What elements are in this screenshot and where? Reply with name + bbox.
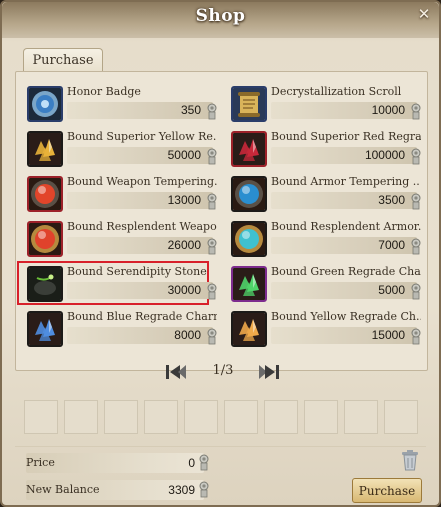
cart-slot[interactable] bbox=[104, 400, 138, 434]
yellow-crystal-icon bbox=[27, 131, 63, 167]
list-item[interactable]: Bound Blue Regrade Charm 8000 bbox=[27, 310, 221, 352]
balance-row: New Balance 3309 bbox=[26, 480, 210, 500]
item-price: 350 bbox=[180, 103, 201, 117]
scroll-icon bbox=[231, 86, 267, 122]
item-price: 100000 bbox=[364, 148, 405, 162]
purchase-button[interactable]: Purchase bbox=[352, 478, 422, 503]
item-price: 13000 bbox=[167, 193, 201, 207]
first-page-button[interactable] bbox=[162, 360, 188, 384]
item-name: Bound Blue Regrade Charm bbox=[67, 310, 217, 323]
cart-slot[interactable] bbox=[64, 400, 98, 434]
list-item[interactable]: Bound Resplendent Weapo.. 26000 bbox=[27, 220, 221, 262]
item-name: Bound Weapon Tempering.. bbox=[67, 175, 217, 188]
cart-slot[interactable] bbox=[144, 400, 178, 434]
currency-badge-icon bbox=[199, 454, 209, 471]
price-row: Price 0 bbox=[26, 453, 210, 473]
blue-crystal-icon bbox=[27, 311, 63, 347]
list-item[interactable]: Bound Green Regrade Cha.. 5000 bbox=[231, 265, 425, 307]
item-name: Decrystallization Scroll bbox=[271, 85, 402, 98]
window-title: Shop bbox=[195, 6, 246, 26]
item-price: 3500 bbox=[378, 193, 405, 207]
item-price: 7000 bbox=[378, 238, 405, 252]
item-name: Bound Superior Yellow Re.. bbox=[67, 130, 217, 143]
cart-slot[interactable] bbox=[384, 400, 418, 434]
item-price: 5000 bbox=[378, 283, 405, 297]
cart-slot[interactable] bbox=[344, 400, 378, 434]
first-page-icon bbox=[166, 365, 186, 379]
item-price: 15000 bbox=[371, 328, 405, 342]
trash-icon bbox=[402, 450, 418, 471]
blue-orb-icon bbox=[231, 176, 267, 212]
list-item[interactable]: Bound Weapon Tempering.. 13000 bbox=[27, 175, 221, 217]
red-orb-icon bbox=[27, 176, 63, 212]
currency-badge-icon bbox=[199, 481, 209, 498]
item-name: Bound Armor Tempering .. bbox=[271, 175, 420, 188]
item-name: Bound Superior Red Regra.. bbox=[271, 130, 421, 143]
currency-badge-icon bbox=[206, 103, 218, 120]
item-price: 10000 bbox=[371, 103, 405, 117]
item-name: Bound Resplendent Weapo.. bbox=[67, 220, 217, 233]
page-indicator: 1/3 bbox=[212, 363, 234, 378]
trash-button[interactable] bbox=[400, 449, 420, 471]
cart-slot[interactable] bbox=[24, 400, 58, 434]
item-price: 50000 bbox=[167, 148, 201, 162]
item-name: Bound Resplendent Armor.. bbox=[271, 220, 421, 233]
currency-badge-icon bbox=[206, 238, 218, 255]
balance-label: New Balance bbox=[26, 483, 100, 496]
list-item[interactable]: Bound Serendipity Stone 30000 bbox=[17, 261, 221, 307]
cyan-orb-frame-icon bbox=[231, 221, 267, 257]
cart-slot[interactable] bbox=[184, 400, 218, 434]
price-label: Price bbox=[26, 456, 55, 469]
serendipity-stone-icon bbox=[27, 266, 63, 302]
currency-badge-icon bbox=[206, 193, 218, 210]
list-item[interactable]: Bound Yellow Regrade Ch.. 15000 bbox=[231, 310, 425, 352]
cart-slot[interactable] bbox=[264, 400, 298, 434]
item-name: Bound Yellow Regrade Ch.. bbox=[271, 310, 421, 323]
item-name: Bound Serendipity Stone bbox=[67, 265, 207, 278]
item-price: 30000 bbox=[167, 283, 201, 297]
honor-badge-icon bbox=[27, 86, 63, 122]
list-item[interactable]: Bound Superior Red Regra.. 100000 bbox=[231, 130, 425, 172]
price-value: 0 bbox=[188, 456, 195, 470]
shop-window: Shop ✕ Purchase Honor Badge 350 Decrystall… bbox=[0, 0, 441, 507]
currency-badge-icon bbox=[410, 103, 422, 120]
currency-badge-icon bbox=[206, 283, 218, 300]
currency-badge-icon bbox=[410, 328, 422, 345]
currency-badge-icon bbox=[410, 238, 422, 255]
close-icon[interactable]: ✕ bbox=[415, 5, 433, 23]
cart-slot[interactable] bbox=[304, 400, 338, 434]
pager: 1/3 bbox=[2, 360, 439, 384]
currency-badge-icon bbox=[206, 328, 218, 345]
last-page-button[interactable] bbox=[257, 360, 283, 384]
currency-badge-icon bbox=[410, 148, 422, 165]
cart-slots bbox=[24, 400, 424, 436]
item-name: Honor Badge bbox=[67, 85, 141, 98]
currency-badge-icon bbox=[410, 283, 422, 300]
list-item[interactable]: Honor Badge 350 bbox=[27, 85, 221, 127]
item-price: 26000 bbox=[167, 238, 201, 252]
balance-value: 3309 bbox=[168, 483, 195, 497]
list-item[interactable]: Decrystallization Scroll 10000 bbox=[231, 85, 425, 127]
red-crystal-icon bbox=[231, 131, 267, 167]
item-name: Bound Green Regrade Cha.. bbox=[271, 265, 421, 278]
currency-badge-icon bbox=[206, 148, 218, 165]
list-item[interactable]: Bound Superior Yellow Re.. 50000 bbox=[27, 130, 221, 172]
cart-slot[interactable] bbox=[224, 400, 258, 434]
last-page-icon bbox=[259, 365, 279, 379]
item-price: 8000 bbox=[174, 328, 201, 342]
currency-badge-icon bbox=[410, 193, 422, 210]
list-item[interactable]: Bound Armor Tempering .. 3500 bbox=[231, 175, 425, 217]
tab-purchase[interactable]: Purchase bbox=[23, 48, 103, 72]
green-crystal-icon bbox=[231, 266, 267, 302]
divider bbox=[15, 446, 426, 447]
red-orb-frame-icon bbox=[27, 221, 63, 257]
list-item[interactable]: Bound Resplendent Armor.. 7000 bbox=[231, 220, 425, 262]
amber-crystal-icon bbox=[231, 311, 267, 347]
